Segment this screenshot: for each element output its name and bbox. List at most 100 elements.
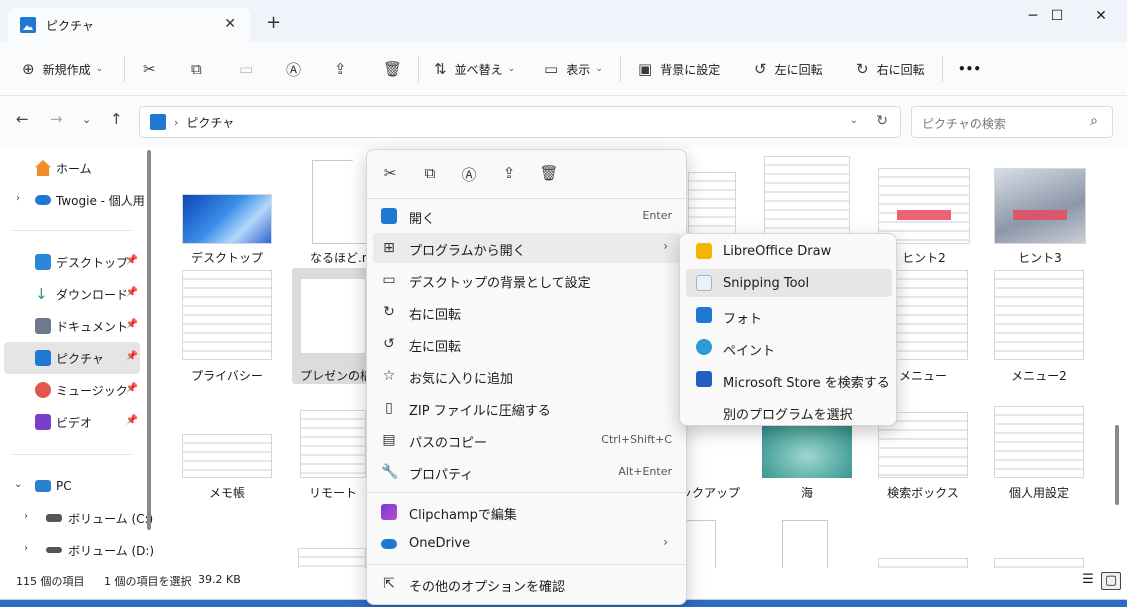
thumbnail-partial[interactable]: [878, 558, 968, 568]
refresh-icon[interactable]: ↻: [876, 113, 888, 129]
share-button[interactable]: ⇪: [334, 55, 355, 83]
back-arrow-icon[interactable]: ←: [16, 110, 29, 128]
large-icons-view-icon[interactable]: ▢: [1101, 572, 1121, 590]
sidebar-item-downloads[interactable]: ↓ ダウンロード 📌: [4, 278, 140, 310]
details-view-icon[interactable]: ☰: [1078, 572, 1098, 590]
delete-button[interactable]: 🗑: [383, 55, 410, 83]
file-label[interactable]: プレゼンの構: [300, 367, 368, 384]
sidebar-scrollbar[interactable]: [147, 150, 151, 530]
copy-icon[interactable]: ⧉: [418, 164, 442, 184]
cut-icon[interactable]: ✂: [378, 164, 402, 184]
thumbnail-sea[interactable]: [762, 424, 852, 478]
selection-count: 1 個の項目を選択: [104, 575, 192, 588]
collapse-chevron-icon[interactable]: ⌄: [14, 479, 22, 490]
file-label[interactable]: 海: [762, 484, 852, 501]
submenu-item-snipping-tool[interactable]: Snipping Tool: [686, 269, 892, 297]
sidebar-item-home[interactable]: ホーム: [4, 152, 140, 184]
content-scrollbar[interactable]: [1115, 425, 1119, 505]
rename-button[interactable]: Ⓐ: [286, 55, 309, 83]
expand-chevron-icon[interactable]: ›: [24, 543, 28, 554]
menu-item-properties[interactable]: 🔧 プロパティ Alt+Enter: [373, 457, 680, 487]
menu-item-onedrive[interactable]: OneDrive ›: [373, 529, 680, 559]
file-label[interactable]: メモ帳: [182, 484, 272, 501]
copy-button[interactable]: ⧉: [191, 55, 210, 83]
thumbnail-vertical-text[interactable]: [686, 520, 716, 568]
sidebar-item-music[interactable]: ミュージック 📌: [4, 374, 140, 406]
file-label[interactable]: リモート: [300, 484, 366, 501]
file-label[interactable]: 検索ボックス: [878, 484, 968, 501]
thumbnail-privacy[interactable]: [182, 270, 272, 360]
thumbnail-presentation[interactable]: [300, 278, 366, 354]
up-arrow-icon[interactable]: ↑: [110, 110, 123, 128]
menu-item-compress-zip[interactable]: ▯ ZIP ファイルに圧縮する: [373, 393, 680, 423]
more-options-button[interactable]: •••: [958, 55, 981, 83]
menu-item-rotate-right[interactable]: ↻ 右に回転: [373, 297, 680, 327]
address-bar[interactable]: › ピクチャ ⌄ ↻: [139, 106, 901, 138]
view-button[interactable]: ▭ 表示 ⌄: [544, 55, 603, 83]
thumbnail-screenshot[interactable]: [764, 156, 850, 242]
submenu-item-paint[interactable]: ペイント: [686, 333, 892, 361]
sidebar-item-desktop[interactable]: デスクトップ 📌: [4, 246, 140, 278]
forward-arrow-icon[interactable]: →: [50, 110, 63, 128]
menu-item-rotate-left[interactable]: ↺ 左に回転: [373, 329, 680, 359]
menu-item-show-more-options[interactable]: ⇱ その他のオプションを確認: [373, 569, 680, 599]
thumbnail-desktop[interactable]: [182, 194, 272, 244]
sidebar-item-documents[interactable]: ドキュメント 📌: [4, 310, 140, 342]
thumbnail-text-file[interactable]: [312, 160, 368, 244]
submenu-item-choose-another-app[interactable]: 別のプログラムを選択: [686, 397, 892, 425]
submenu-item-libreoffice-draw[interactable]: LibreOffice Draw: [686, 237, 892, 265]
rotate-right-button[interactable]: ↻ 右に回転: [856, 55, 925, 83]
tab-pictures[interactable]: ピクチャ ✕: [8, 8, 250, 42]
menu-shortcut: Alt+Enter: [618, 465, 672, 478]
breadcrumb-pictures[interactable]: ピクチャ: [186, 114, 234, 131]
file-label[interactable]: プライバシー: [182, 367, 272, 384]
menu-item-set-desktop-background[interactable]: ▭ デスクトップの背景として設定: [373, 265, 680, 295]
expand-chevron-icon[interactable]: ›: [24, 511, 28, 522]
menu-item-open-with[interactable]: ⊞ プログラムから開く ›: [373, 233, 680, 263]
thumbnail-vertical-text[interactable]: [782, 520, 828, 568]
sidebar-item-volume-c[interactable]: › ボリューム (C:): [4, 502, 153, 534]
file-label[interactable]: デスクトップ: [182, 249, 272, 266]
maximize-button[interactable]: ☐: [1034, 0, 1080, 32]
menu-item-add-to-favorites[interactable]: ☆ お気に入りに追加: [373, 361, 680, 391]
sidebar-item-onedrive[interactable]: › Twogie - 個人用: [4, 184, 145, 216]
cut-button[interactable]: ✂: [143, 55, 164, 83]
thumbnail-partial[interactable]: [994, 558, 1084, 568]
file-label[interactable]: なるほど.me: [310, 249, 370, 266]
file-label[interactable]: ックアップ: [680, 484, 740, 501]
rename-icon[interactable]: Ⓐ: [457, 164, 481, 184]
search-input[interactable]: ピクチャの検索 ⌕: [911, 106, 1113, 138]
menu-item-clipchamp[interactable]: Clipchampで編集: [373, 497, 680, 527]
share-icon[interactable]: ⇪: [497, 164, 521, 184]
thumbnail-personalization[interactable]: [994, 406, 1084, 478]
submenu-item-photos[interactable]: フォト: [686, 301, 892, 329]
thumbnail-remote[interactable]: [300, 410, 366, 478]
sidebar-item-pc[interactable]: ⌄ PC: [4, 470, 140, 502]
thumbnail-notepad[interactable]: [182, 434, 272, 478]
sort-button[interactable]: ⇅ 並べ替え ⌄: [434, 55, 515, 83]
close-tab-icon[interactable]: ✕: [224, 16, 236, 32]
delete-icon[interactable]: 🗑: [537, 164, 561, 184]
recent-chevron-icon[interactable]: ⌄: [82, 113, 91, 126]
thumbnail-menu-2[interactable]: [994, 270, 1084, 360]
thumbnail-hint-3[interactable]: [994, 168, 1086, 244]
file-label[interactable]: メニュー2: [994, 367, 1084, 384]
submenu-item-microsoft-store[interactable]: Microsoft Store を検索する: [686, 365, 892, 393]
sidebar-item-videos[interactable]: ビデオ 📌: [4, 406, 140, 438]
paste-button[interactable]: ▭: [239, 55, 261, 83]
address-dropdown-icon[interactable]: ⌄: [850, 115, 858, 126]
rotate-left-button[interactable]: ↺ 左に回転: [754, 55, 823, 83]
expand-chevron-icon[interactable]: ›: [16, 193, 20, 204]
new-tab-button[interactable]: +: [266, 14, 281, 32]
file-label[interactable]: 個人用設定: [994, 484, 1084, 501]
sidebar-item-pictures[interactable]: ピクチャ 📌: [4, 342, 140, 374]
close-window-button[interactable]: ✕: [1078, 0, 1124, 32]
menu-item-copy-path[interactable]: ▤ パスのコピー Ctrl+Shift+C: [373, 425, 680, 455]
menu-item-label: 右に回転: [409, 308, 462, 323]
menu-item-open[interactable]: 開く Enter: [373, 201, 680, 231]
sidebar-item-volume-d[interactable]: › ボリューム (D:): [4, 534, 154, 566]
file-label[interactable]: ヒント3: [994, 249, 1086, 266]
thumbnail-partial[interactable]: [298, 548, 366, 568]
set-background-button[interactable]: ▣ 背景に設定: [638, 55, 720, 83]
new-button[interactable]: ⊕ 新規作成 ⌄: [22, 55, 103, 83]
